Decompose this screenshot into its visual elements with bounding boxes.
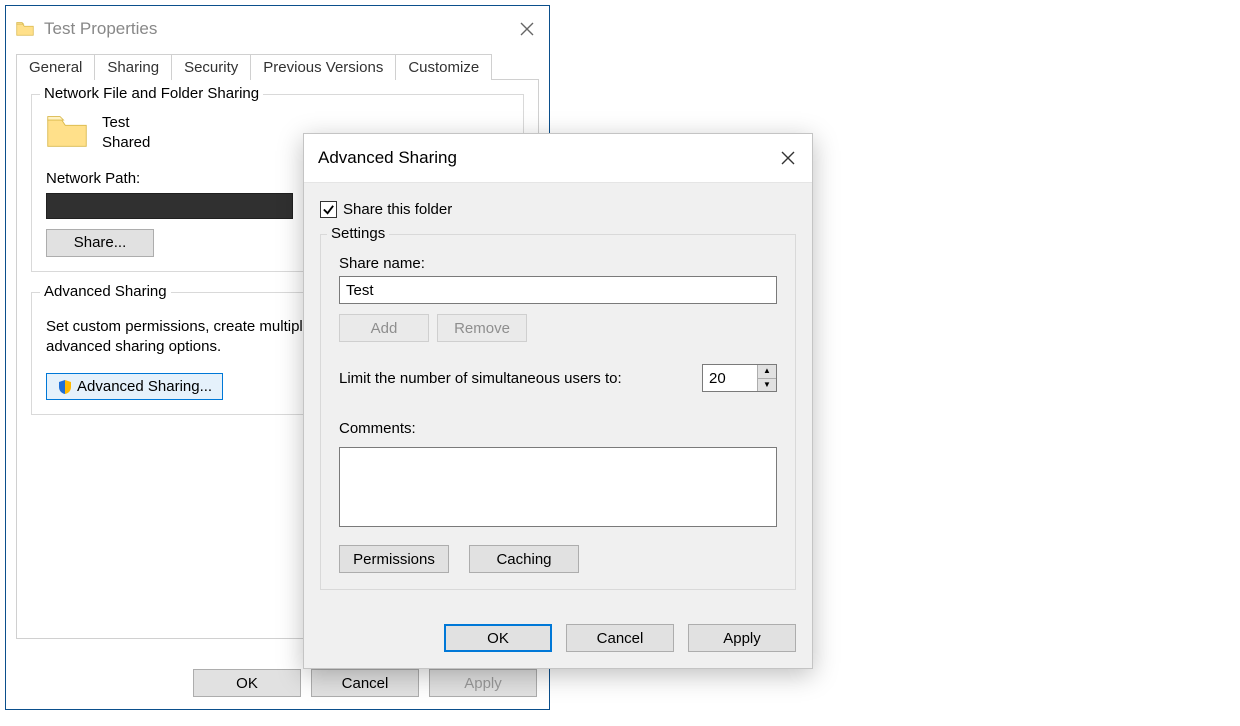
advanced-sharing-titlebar[interactable]: Advanced Sharing xyxy=(304,134,812,183)
limit-users-label: Limit the number of simultaneous users t… xyxy=(339,370,702,387)
permissions-button[interactable]: Permissions xyxy=(339,545,449,573)
cancel-button[interactable]: Cancel xyxy=(566,624,674,652)
apply-button[interactable]: Apply xyxy=(429,669,537,697)
tab-security[interactable]: Security xyxy=(171,54,251,80)
folder-large-icon xyxy=(46,113,88,149)
advanced-sharing-dialog: Advanced Sharing Share this folder Setti… xyxy=(303,133,813,669)
cancel-button[interactable]: Cancel xyxy=(311,669,419,697)
tab-sharing[interactable]: Sharing xyxy=(94,54,172,80)
advanced-sharing-legend: Advanced Sharing xyxy=(40,283,171,300)
folder-icon xyxy=(16,21,34,37)
settings-legend: Settings xyxy=(327,225,389,242)
share-this-folder-label: Share this folder xyxy=(343,201,452,218)
tab-customize[interactable]: Customize xyxy=(395,54,492,80)
advanced-sharing-button[interactable]: Advanced Sharing... xyxy=(46,373,223,400)
tabstrip: General Sharing Security Previous Versio… xyxy=(16,51,539,79)
share-name-input[interactable] xyxy=(339,276,777,304)
close-icon[interactable] xyxy=(764,134,812,182)
apply-button[interactable]: Apply xyxy=(688,624,796,652)
shared-folder-status: Shared xyxy=(102,133,150,153)
shield-icon xyxy=(57,379,73,395)
tab-previous-versions[interactable]: Previous Versions xyxy=(250,54,396,80)
advanced-sharing-button-row: OK Cancel Apply xyxy=(304,604,812,668)
tab-general[interactable]: General xyxy=(16,54,95,80)
close-icon[interactable] xyxy=(504,6,549,51)
advanced-sharing-button-label: Advanced Sharing... xyxy=(77,378,212,395)
settings-group: Settings Share name: Add Remove Limit th… xyxy=(320,234,796,590)
ok-button[interactable]: OK xyxy=(193,669,301,697)
properties-button-row: OK Cancel Apply xyxy=(193,669,537,697)
comments-input[interactable] xyxy=(339,447,777,527)
caching-button[interactable]: Caching xyxy=(469,545,579,573)
limit-users-spinner[interactable]: ▲ ▼ xyxy=(702,364,777,392)
network-path-value[interactable] xyxy=(46,193,293,219)
ok-button[interactable]: OK xyxy=(444,624,552,652)
advanced-sharing-title: Advanced Sharing xyxy=(318,148,457,168)
share-name-label: Share name: xyxy=(339,255,777,272)
network-sharing-legend: Network File and Folder Sharing xyxy=(40,85,263,102)
spinner-down-icon[interactable]: ▼ xyxy=(758,379,776,392)
shared-folder-name: Test xyxy=(102,113,150,133)
share-this-folder-checkbox[interactable] xyxy=(320,201,337,218)
comments-label: Comments: xyxy=(339,420,777,437)
properties-title: Test Properties xyxy=(44,19,157,39)
remove-button[interactable]: Remove xyxy=(437,314,527,342)
share-button[interactable]: Share... xyxy=(46,229,154,257)
properties-titlebar[interactable]: Test Properties xyxy=(6,6,549,51)
spinner-up-icon[interactable]: ▲ xyxy=(758,365,776,379)
add-button[interactable]: Add xyxy=(339,314,429,342)
limit-users-input[interactable] xyxy=(703,365,757,391)
